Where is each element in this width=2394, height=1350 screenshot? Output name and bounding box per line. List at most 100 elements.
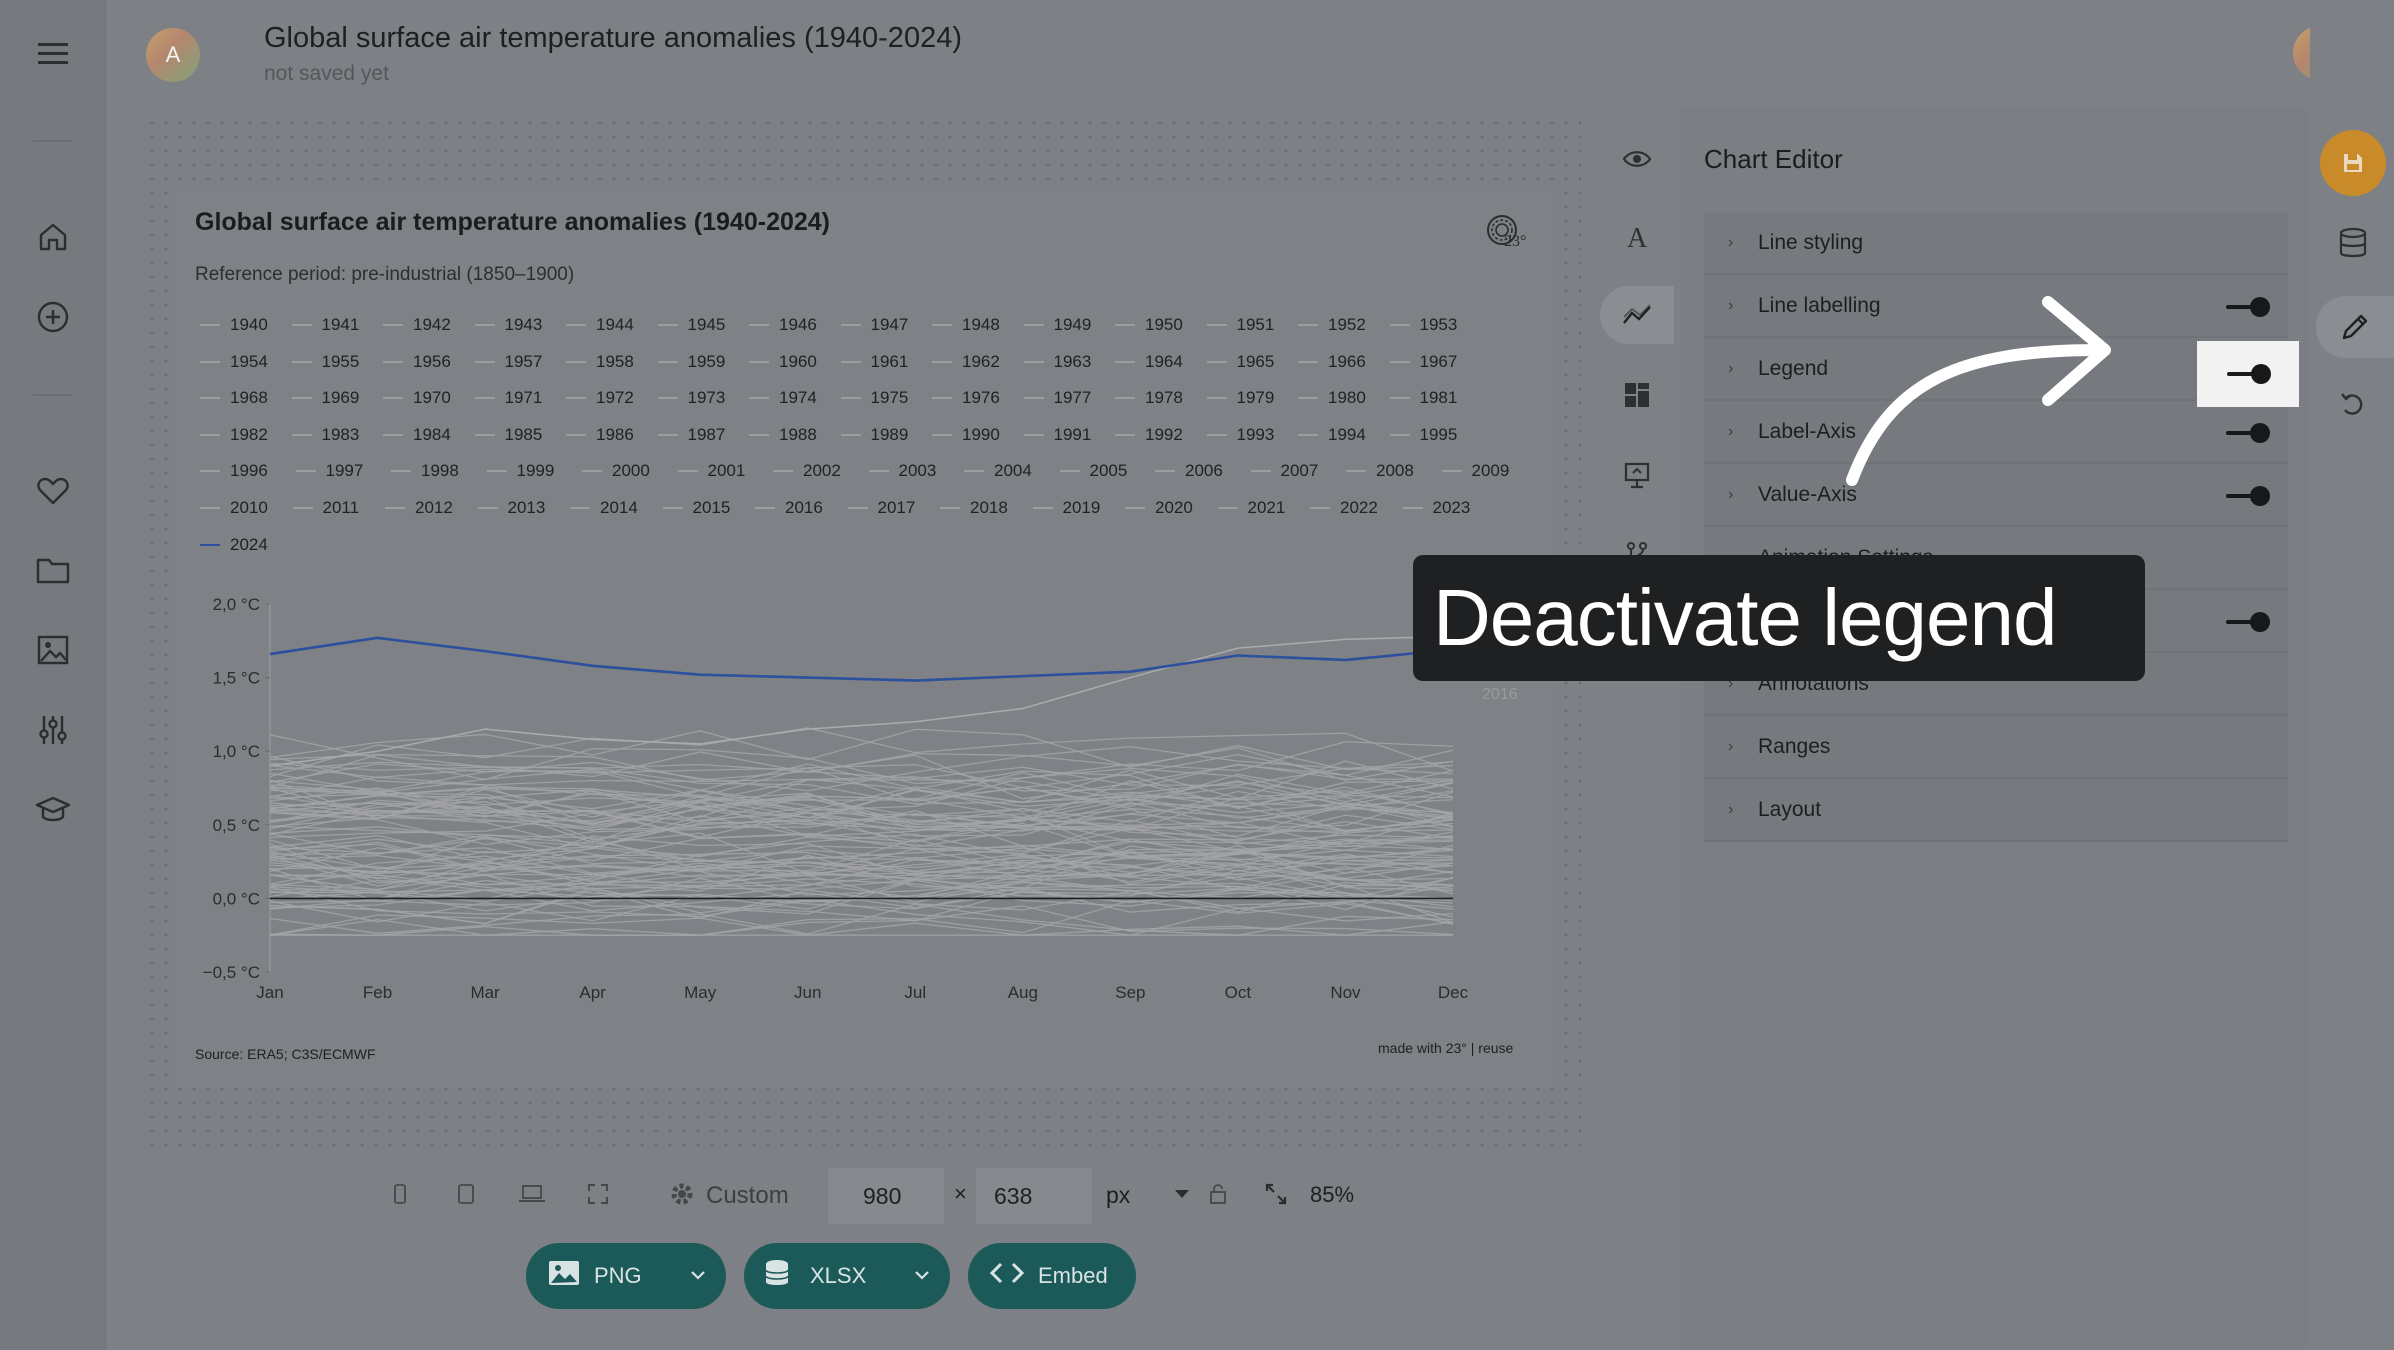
legend-item[interactable]: 1948 <box>932 315 1000 335</box>
legend-item[interactable]: 1995 <box>1389 425 1457 445</box>
legend-item[interactable]: 1952 <box>1298 315 1366 335</box>
legend-item[interactable]: 1975 <box>840 388 908 408</box>
legend-item[interactable]: 2011 <box>292 498 359 518</box>
legend-item[interactable]: 1972 <box>566 388 634 408</box>
export-xlsx-button[interactable]: XLSX <box>744 1243 950 1309</box>
unit-select[interactable]: px <box>1106 1182 1130 1209</box>
database-icon[interactable] <box>2324 214 2382 272</box>
legend-item[interactable]: 1959 <box>657 352 725 372</box>
legend-item[interactable]: 2016 <box>755 498 823 518</box>
legend-item[interactable]: 2019 <box>1032 498 1100 518</box>
legend-item[interactable]: 2023 <box>1402 498 1470 518</box>
chevron-down-icon[interactable] <box>914 1267 930 1283</box>
export-png-button[interactable]: PNG <box>526 1243 726 1309</box>
save-button[interactable] <box>2320 130 2386 196</box>
legend-item[interactable]: 1987 <box>657 425 725 445</box>
legend-item[interactable]: 1970 <box>383 388 451 408</box>
editor-section-line-styling[interactable]: › Line styling <box>1704 212 2288 275</box>
toggle-switch[interactable] <box>2226 423 2270 443</box>
add-circle-icon[interactable] <box>34 298 72 336</box>
legend-item[interactable]: 2005 <box>1059 461 1127 481</box>
legend-item[interactable]: 1947 <box>840 315 908 335</box>
legend-item[interactable]: 1956 <box>383 352 451 372</box>
legend-item[interactable]: 1958 <box>566 352 634 372</box>
legend-item[interactable]: 1965 <box>1206 352 1274 372</box>
height-input[interactable]: 638 <box>976 1168 1092 1224</box>
legend-item[interactable]: 1977 <box>1023 388 1091 408</box>
legend-item[interactable]: 1983 <box>291 425 359 445</box>
tablet-icon[interactable] <box>448 1176 484 1212</box>
legend-item[interactable]: 1973 <box>657 388 725 408</box>
chevron-down-icon[interactable] <box>690 1267 706 1283</box>
legend-item[interactable]: 1962 <box>932 352 1000 372</box>
heart-icon[interactable] <box>34 472 72 510</box>
legend-item[interactable]: 2022 <box>1310 498 1378 518</box>
legend-item[interactable]: 1980 <box>1298 388 1366 408</box>
legend-item[interactable]: 1989 <box>840 425 908 445</box>
resize-icon[interactable] <box>1258 1176 1294 1212</box>
legend-item[interactable]: 1942 <box>383 315 451 335</box>
legend-item[interactable]: 1990 <box>932 425 1000 445</box>
legend-item[interactable]: 1994 <box>1298 425 1366 445</box>
menu-icon[interactable] <box>34 34 72 72</box>
legend-item[interactable]: 1943 <box>474 315 542 335</box>
document-title[interactable]: Global surface air temperature anomalies… <box>264 22 962 55</box>
legend-item[interactable]: 1974 <box>749 388 817 408</box>
legend-item[interactable]: 2010 <box>200 498 268 518</box>
legend-item[interactable]: 1966 <box>1298 352 1366 372</box>
legend-item[interactable]: 2002 <box>773 461 841 481</box>
legend-item[interactable]: 1999 <box>486 461 554 481</box>
legend-item[interactable]: 1986 <box>566 425 634 445</box>
toggle-switch[interactable] <box>2226 297 2270 317</box>
legend-item[interactable]: 1955 <box>291 352 359 372</box>
toggle-switch[interactable] <box>2226 486 2270 506</box>
undo-icon[interactable] <box>2324 375 2382 433</box>
legend-item[interactable]: 1984 <box>383 425 451 445</box>
legend-item[interactable]: 1949 <box>1023 315 1091 335</box>
legend-item[interactable]: 1944 <box>566 315 634 335</box>
legend-item[interactable]: 1960 <box>749 352 817 372</box>
legend-item[interactable]: 1976 <box>932 388 1000 408</box>
legend-item[interactable]: 1954 <box>200 352 268 372</box>
legend-item[interactable]: 1993 <box>1206 425 1274 445</box>
legend-item[interactable]: 1964 <box>1115 352 1183 372</box>
graduation-cap-icon[interactable] <box>34 791 72 829</box>
legend-item[interactable]: 1979 <box>1206 388 1274 408</box>
editor-section-ranges[interactable]: › Ranges <box>1704 716 2288 779</box>
legend-item[interactable]: 2008 <box>1346 461 1414 481</box>
legend-item[interactable]: 1988 <box>749 425 817 445</box>
legend-item[interactable]: 1967 <box>1389 352 1457 372</box>
made-with-credit[interactable]: made with 23° | reuse <box>1378 1040 1513 1056</box>
lock-icon[interactable] <box>1200 1176 1236 1212</box>
legend-item[interactable]: 1968 <box>200 388 268 408</box>
laptop-icon[interactable] <box>514 1176 550 1212</box>
legend-item[interactable]: 2024 <box>200 535 268 555</box>
avatar[interactable]: A <box>146 28 200 82</box>
legend-item[interactable]: 1961 <box>840 352 908 372</box>
chart-title[interactable]: Global surface air temperature anomalies… <box>195 208 830 237</box>
legend-item[interactable]: 1963 <box>1023 352 1091 372</box>
legend-item[interactable]: 1981 <box>1389 388 1457 408</box>
annotate-icon[interactable] <box>1600 446 1674 504</box>
legend-item[interactable]: 2018 <box>940 498 1008 518</box>
eye-icon[interactable] <box>1600 130 1674 188</box>
legend-item[interactable]: 1996 <box>200 461 268 481</box>
size-preset[interactable]: Custom <box>706 1182 789 1210</box>
chart-subtitle[interactable]: Reference period: pre-industrial (1850–1… <box>195 264 574 286</box>
legend-item[interactable]: 2006 <box>1155 461 1223 481</box>
chevron-down-icon[interactable] <box>1164 1176 1200 1212</box>
legend-toggle[interactable] <box>2227 364 2271 384</box>
home-icon[interactable] <box>34 218 72 256</box>
line-chart-icon[interactable] <box>1600 286 1674 344</box>
sliders-icon[interactable] <box>34 711 72 749</box>
layout-icon[interactable] <box>1600 366 1674 424</box>
legend-item[interactable]: 1997 <box>295 461 363 481</box>
fullscreen-icon[interactable] <box>580 1176 616 1212</box>
legend-item[interactable]: 1953 <box>1389 315 1457 335</box>
zoom-level[interactable]: 85% <box>1310 1182 1354 1208</box>
legend-item[interactable]: 2004 <box>964 461 1032 481</box>
legend-item[interactable]: 1945 <box>657 315 725 335</box>
legend-item[interactable]: 1985 <box>474 425 542 445</box>
folder-icon[interactable] <box>34 551 72 589</box>
legend-item[interactable]: 2013 <box>477 498 545 518</box>
